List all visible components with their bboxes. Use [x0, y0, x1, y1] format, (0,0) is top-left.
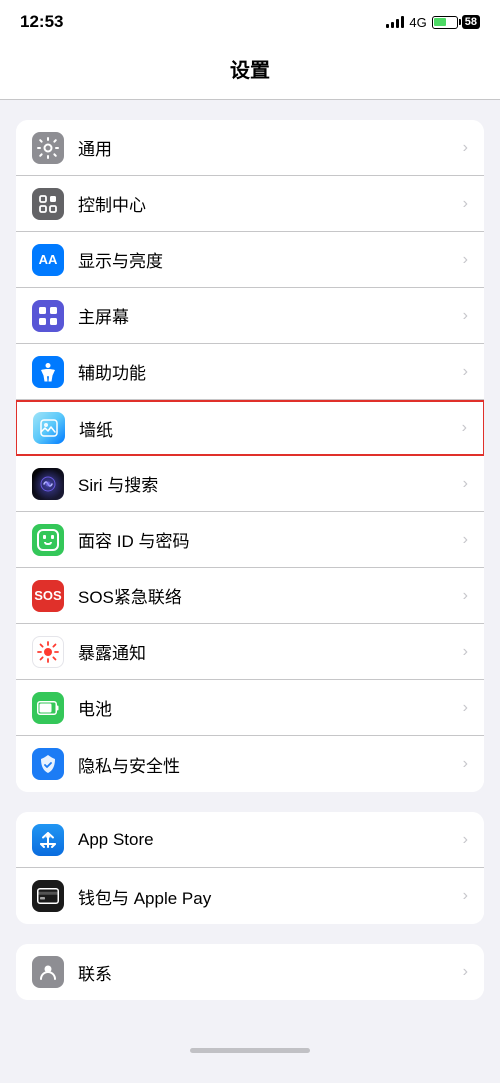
battery-level: 58 — [462, 15, 480, 29]
siri-icon — [32, 468, 64, 500]
settings-item-control-center[interactable]: 控制中心 › — [16, 176, 484, 232]
privacy-label: 隐私与安全性 — [78, 752, 459, 777]
signal-bar-4 — [401, 16, 404, 28]
contacts-chevron: › — [463, 963, 468, 981]
battery-container: 58 — [432, 15, 480, 29]
control-center-label: 控制中心 — [78, 191, 459, 216]
settings-item-home-screen[interactable]: 主屏幕 › — [16, 288, 484, 344]
display-icon: AA — [32, 244, 64, 276]
home-screen-chevron: › — [463, 307, 468, 325]
battery-fill — [434, 18, 446, 26]
contacts-label: 联系 — [78, 960, 459, 985]
settings-item-wallet[interactable]: 钱包与 Apple Pay › — [16, 868, 484, 924]
settings-item-battery[interactable]: 电池 › — [16, 680, 484, 736]
signal-bar-1 — [386, 24, 389, 28]
status-right: 4G 58 — [386, 15, 480, 30]
wallet-icon — [32, 880, 64, 912]
wallpaper-icon — [33, 412, 65, 444]
general-label: 通用 — [78, 135, 459, 160]
accessibility-chevron: › — [463, 363, 468, 381]
battery-label: 电池 — [78, 695, 459, 720]
settings-item-wallpaper[interactable]: 墙纸 › — [16, 400, 484, 456]
settings-item-siri[interactable]: Siri 与搜索 › — [16, 456, 484, 512]
home-screen-icon — [32, 300, 64, 332]
signal-bar-2 — [391, 22, 394, 28]
network-type: 4G — [409, 15, 426, 30]
settings-item-sos[interactable]: SOS SOS紧急联络 › — [16, 568, 484, 624]
control-center-icon — [32, 188, 64, 220]
signal-bars — [386, 16, 404, 28]
battery-chevron: › — [463, 699, 468, 717]
battery-settings-icon — [32, 692, 64, 724]
settings-section-3: 联系 › — [16, 944, 484, 1000]
exposure-icon — [32, 636, 64, 668]
general-chevron: › — [463, 139, 468, 157]
settings-item-appstore[interactable]: App Store › — [16, 812, 484, 868]
settings-item-general[interactable]: 通用 › — [16, 120, 484, 176]
control-center-chevron: › — [463, 195, 468, 213]
signal-bar-3 — [396, 19, 399, 28]
accessibility-label: 辅助功能 — [78, 359, 459, 384]
wallet-chevron: › — [463, 887, 468, 905]
siri-chevron: › — [463, 475, 468, 493]
home-screen-label: 主屏幕 — [78, 303, 459, 328]
privacy-icon — [32, 748, 64, 780]
settings-item-accessibility[interactable]: 辅助功能 › — [16, 344, 484, 400]
nav-title-bar: 设置 — [0, 44, 500, 100]
settings-item-privacy[interactable]: 隐私与安全性 › — [16, 736, 484, 792]
wallpaper-chevron: › — [462, 419, 467, 437]
contacts-icon — [32, 956, 64, 988]
appstore-icon — [32, 824, 64, 856]
settings-section-2: App Store › 钱包与 Apple Pay › — [16, 812, 484, 924]
general-icon — [32, 132, 64, 164]
sos-label: SOS紧急联络 — [78, 583, 459, 608]
exposure-label: 暴露通知 — [78, 639, 459, 664]
status-bar: 12:53 4G 58 — [0, 0, 500, 44]
sos-chevron: › — [463, 587, 468, 605]
home-bar — [190, 1048, 310, 1053]
appstore-chevron: › — [463, 831, 468, 849]
display-chevron: › — [463, 251, 468, 269]
battery-icon — [432, 16, 458, 29]
page-title: 设置 — [230, 60, 270, 82]
display-icon-text: AA — [39, 252, 58, 267]
wallpaper-label: 墙纸 — [79, 416, 458, 441]
sos-icon: SOS — [32, 580, 64, 612]
faceid-label: 面容 ID 与密码 — [78, 527, 459, 552]
settings-item-faceid[interactable]: 面容 ID 与密码 › — [16, 512, 484, 568]
faceid-chevron: › — [463, 531, 468, 549]
display-label: 显示与亮度 — [78, 247, 459, 272]
wallet-label: 钱包与 Apple Pay — [78, 884, 459, 909]
exposure-chevron: › — [463, 643, 468, 661]
settings-section-1: 通用 › 控制中心 › AA 显示与亮度 › — [16, 120, 484, 792]
status-time: 12:53 — [20, 12, 63, 32]
siri-label: Siri 与搜索 — [78, 471, 459, 496]
privacy-chevron: › — [463, 755, 468, 773]
faceid-icon — [32, 524, 64, 556]
settings-item-display[interactable]: AA 显示与亮度 › — [16, 232, 484, 288]
accessibility-icon — [32, 356, 64, 388]
settings-item-contacts[interactable]: 联系 › — [16, 944, 484, 1000]
bottom-spacer — [0, 1020, 500, 1040]
appstore-label: App Store — [78, 830, 459, 850]
home-indicator — [0, 1040, 500, 1061]
settings-item-exposure[interactable]: 暴露通知 › — [16, 624, 484, 680]
